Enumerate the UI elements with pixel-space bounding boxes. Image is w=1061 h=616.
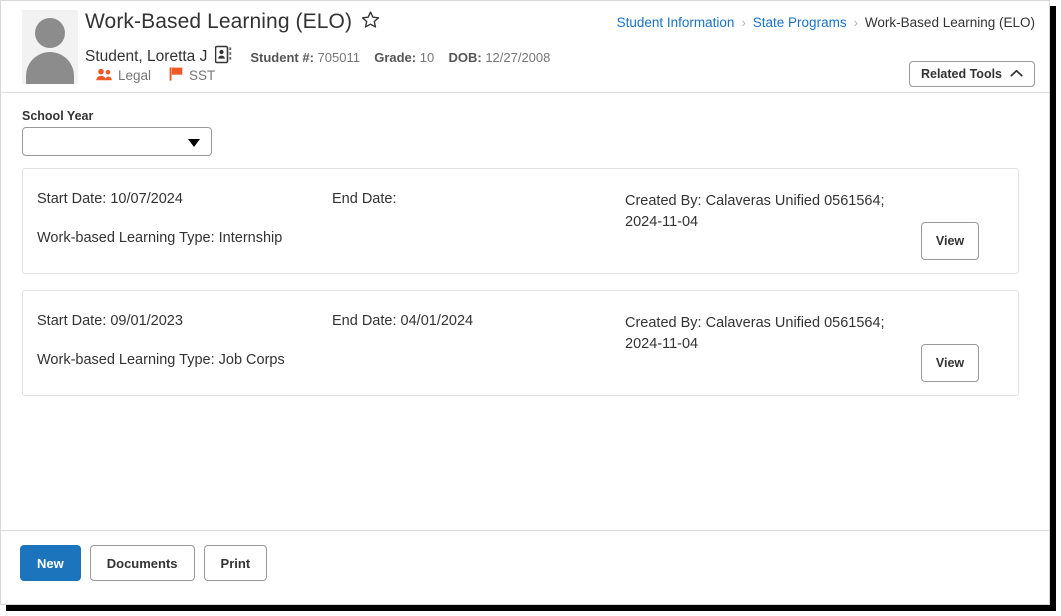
flag-legal-label: Legal [118,68,152,83]
flag-icon [169,67,184,84]
breadcrumb-separator-icon: › [741,15,746,30]
learning-type-value: Job Corps [218,352,285,368]
record-card: Start Date: 09/01/2023 End Date: 04/01/2… [22,290,1019,396]
footer-actions: New Documents Print [20,545,268,581]
page-footer: New Documents Print [1,530,1049,604]
record-created-by: Created By: Calaveras Unified 0561564; 2… [625,191,905,233]
page-header: Work-Based Learning (ELO) Student, Loret… [1,1,1049,93]
created-by-label: Created By: [625,315,702,331]
school-year-label: School Year [22,109,94,123]
breadcrumb: Student Information › State Programs › W… [617,15,1035,30]
id-card-icon[interactable] [215,45,232,69]
school-year-select[interactable] [22,127,212,156]
breadcrumb-item-state-programs[interactable]: State Programs [753,15,847,30]
student-summary-row: Student, Loretta J Student #: 705011 Gra… [85,45,550,69]
new-button[interactable]: New [20,545,81,581]
page-title: Work-Based Learning (ELO) [85,10,353,33]
end-date-value: 04/01/2024 [400,313,474,329]
avatar [22,10,78,84]
record-start-date: Start Date: 09/01/2023 [37,313,183,329]
dob-value: 12/27/2008 [485,49,551,65]
breadcrumb-separator-icon: › [853,15,858,30]
created-by-label: Created By: [625,193,702,209]
grade-value: 10 [419,49,435,65]
flag-sst[interactable]: SST [169,67,215,84]
breadcrumb-item-student-information[interactable]: Student Information [617,15,735,30]
chevron-up-icon [1010,67,1023,81]
student-flags-row: Legal SST [96,67,215,84]
record-card: Start Date: 10/07/2024 End Date: Created… [22,168,1019,274]
print-button[interactable]: Print [203,545,268,581]
learning-type-label: Work-based Learning Type: [37,230,215,246]
view-button[interactable]: View [921,222,979,260]
application-window: Work-Based Learning (ELO) Student, Loret… [0,0,1050,605]
end-date-label: End Date: [332,191,397,207]
student-meta: Student #: 705011 Grade: 10 DOB: 12/27/2… [250,50,550,65]
start-date-label: Start Date: [37,313,107,329]
student-number-label: Student #: [250,49,314,65]
grade-label: Grade: [374,49,417,65]
chevron-down-icon [188,139,200,147]
related-tools-button[interactable]: Related Tools [908,61,1035,87]
star-outline-icon[interactable] [361,10,380,34]
end-date-label: End Date: [332,313,397,329]
record-created-by: Created By: Calaveras Unified 0561564; 2… [625,313,905,355]
flag-sst-label: SST [189,68,216,83]
start-date-value: 10/07/2024 [110,191,183,207]
record-end-date: End Date: 04/01/2024 [332,313,473,329]
people-icon [96,68,113,84]
dob-label: DOB: [448,49,482,65]
record-learning-type: Work-based Learning Type: Internship [37,230,282,246]
related-tools-label: Related Tools [920,67,1002,81]
start-date-value: 09/01/2023 [110,313,183,329]
record-end-date: End Date: [332,191,397,207]
record-learning-type: Work-based Learning Type: Job Corps [37,352,285,368]
title-row: Work-Based Learning (ELO) [85,10,380,34]
learning-type-label: Work-based Learning Type: [37,352,215,368]
student-number-value: 705011 [317,49,360,65]
records-list: Start Date: 10/07/2024 End Date: Created… [22,168,1019,412]
student-name: Student, Loretta J [85,48,208,65]
breadcrumb-item-current: Work-Based Learning (ELO) [864,15,1035,30]
view-button[interactable]: View [921,344,979,382]
documents-button[interactable]: Documents [89,545,195,581]
start-date-label: Start Date: [37,191,107,207]
record-start-date: Start Date: 10/07/2024 [37,191,183,207]
flag-legal[interactable]: Legal [96,68,151,84]
avatar-head-shape [35,18,65,48]
page-content: School Year Start Date: 10/07/2024 End D… [1,93,1049,530]
avatar-body-shape [26,52,74,84]
learning-type-value: Internship [218,230,283,246]
